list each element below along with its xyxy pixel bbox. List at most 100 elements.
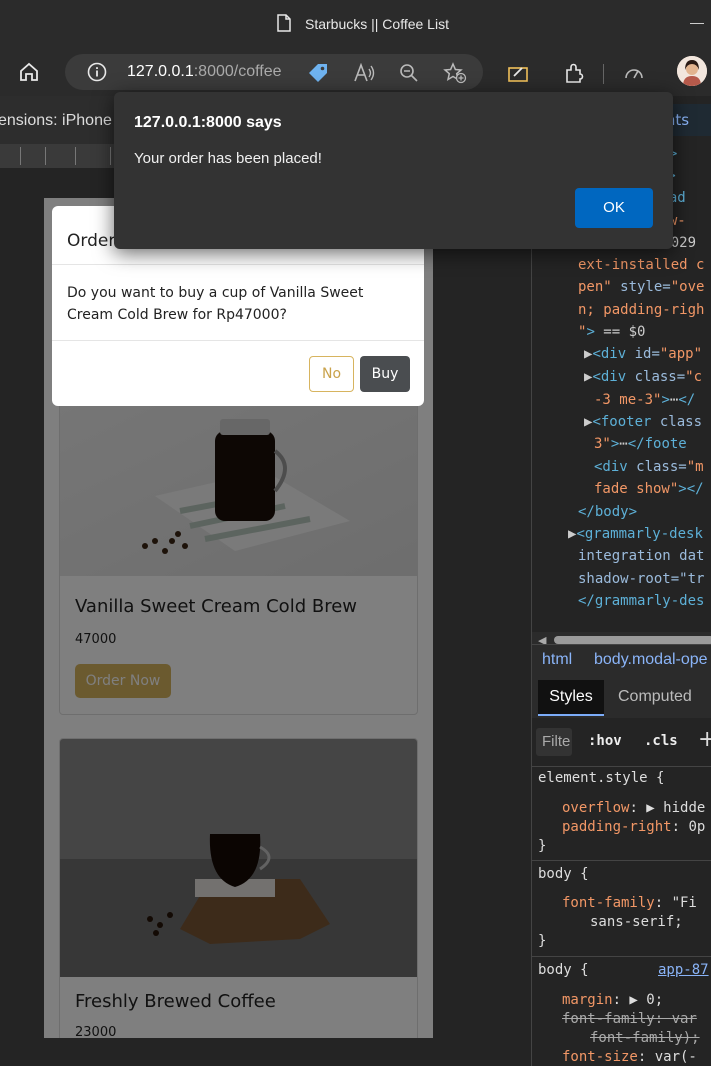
url-path: :8000/coffee: [193, 63, 282, 80]
info-icon[interactable]: [87, 62, 107, 82]
buy-button[interactable]: Buy: [360, 356, 410, 392]
dom-node[interactable]: shadow-root="tr: [578, 571, 704, 587]
dom-node[interactable]: -3 me-3">⋯</: [594, 392, 695, 408]
dom-token: "ove: [670, 279, 705, 295]
dom-token: </: [678, 392, 696, 408]
home-icon[interactable]: [18, 61, 40, 83]
dom-token: 3": [594, 436, 611, 452]
browser-titlebar: Starbucks || Coffee List: [0, 0, 711, 50]
modal-message: Do you want to buy a cup of Vanilla Swee…: [67, 285, 364, 323]
dom-token: n; padding-righ: [578, 302, 705, 318]
styles-filter-bar: Filte :hov .cls +: [532, 718, 711, 766]
css-property[interactable]: padding-right: 0p: [562, 819, 705, 835]
dom-node[interactable]: </grammarly-des: [578, 593, 704, 609]
dom-token: "m: [686, 459, 704, 475]
dom-token: ⋯: [619, 436, 628, 452]
dom-token: "c: [685, 369, 703, 385]
dom-node[interactable]: ▶<grammarly-desk: [568, 526, 703, 542]
modal-title: Order: [67, 231, 116, 251]
dom-node[interactable]: 3">⋯</foote: [594, 436, 687, 452]
css-property-name: overflow: [562, 800, 630, 816]
rule-close: }: [538, 838, 547, 854]
css-property-value: sans-serif;: [590, 914, 683, 930]
device-selector[interactable]: ensions: iPhone X: [0, 112, 127, 130]
add-rule-icon[interactable]: +: [698, 727, 711, 752]
breadcrumb: html body.modal-ope: [532, 644, 711, 677]
no-button[interactable]: No: [309, 356, 354, 392]
url-text[interactable]: 127.0.0.1:8000/coffee: [127, 63, 282, 81]
minimize-button[interactable]: [690, 23, 704, 24]
dom-token: pen": [578, 279, 612, 295]
toolbar-divider: [603, 64, 604, 84]
dom-token: </grammarly-des: [578, 593, 705, 609]
ok-button[interactable]: OK: [575, 188, 653, 228]
dom-token: shadow-root="tr: [578, 571, 705, 587]
profile-avatar[interactable]: [677, 56, 707, 86]
add-favorite-icon[interactable]: [443, 62, 467, 84]
address-bar[interactable]: 127.0.0.1:8000/coffee: [65, 54, 483, 90]
css-property-value: hidde: [663, 800, 706, 816]
hov-toggle[interactable]: :hov: [588, 733, 622, 749]
dom-token: class=: [626, 369, 686, 385]
dom-node[interactable]: n; padding-righ: [578, 302, 704, 318]
screenshot-capture-icon[interactable]: [507, 62, 529, 84]
dom-node[interactable]: "> == $0: [578, 324, 645, 340]
dom-node[interactable]: fade show"></: [594, 481, 704, 497]
dom-token: <div: [592, 369, 627, 385]
browser-toolbar: 127.0.0.1:8000/coffee: [0, 50, 711, 96]
breadcrumb-item-body[interactable]: body.modal-ope: [594, 651, 708, 669]
filter-input[interactable]: Filte: [536, 728, 572, 756]
url-host: 127.0.0.1: [127, 63, 194, 80]
css-property[interactable]: overflow: ▶ hidde: [562, 800, 705, 816]
filter-placeholder: Filte: [542, 733, 571, 750]
coupon-tag-icon[interactable]: [307, 62, 329, 84]
dom-node[interactable]: ext-installed c: [578, 257, 704, 273]
css-property-value: var(-: [654, 1049, 697, 1065]
styles-tabbar: Styles Computed: [532, 676, 711, 718]
dom-token: class: [651, 414, 703, 430]
dom-node[interactable]: ▶<div id="app": [584, 346, 702, 362]
dom-token: integration dat: [578, 548, 705, 564]
dom-node[interactable]: pen" style="ove: [578, 279, 704, 295]
extensions-icon[interactable]: [563, 62, 585, 84]
dom-token: ></: [678, 481, 704, 497]
breadcrumb-item-html[interactable]: html: [542, 651, 572, 669]
dom-node[interactable]: integration dat: [578, 548, 704, 564]
dom-node[interactable]: <div class="m: [594, 459, 704, 475]
dom-token: == $0: [594, 324, 646, 340]
stylesheet-source-link[interactable]: app-87: [658, 962, 709, 978]
css-property[interactable]: font-size: var(-: [562, 1049, 697, 1065]
rule-divider: [532, 860, 711, 861]
dom-token: ext-installed c: [578, 257, 705, 273]
dom-token: style=: [611, 279, 671, 295]
css-property-overridden[interactable]: font-family: var: [562, 1011, 697, 1027]
css-property-name: padding-right: [562, 819, 672, 835]
dom-node[interactable]: ▶<footer class: [584, 414, 702, 430]
css-property[interactable]: font-family: "Fi: [562, 895, 697, 911]
page-viewport: Vanilla Sweet Cream Cold Brew 47000 Orde…: [44, 198, 433, 1038]
cls-toggle[interactable]: .cls: [644, 733, 678, 749]
css-property[interactable]: margin: ▶ 0;: [562, 992, 663, 1008]
rule-divider: [532, 766, 711, 767]
dom-token: <footer: [592, 414, 652, 430]
modal-divider: [52, 340, 424, 341]
tab-computed[interactable]: Computed: [618, 680, 692, 714]
dom-token: class=: [627, 459, 687, 475]
performance-icon[interactable]: [623, 62, 645, 84]
tab-styles[interactable]: Styles: [538, 680, 604, 716]
css-property-value: "Fi: [671, 895, 697, 911]
alert-title: 127.0.0.1:8000 says: [134, 114, 282, 131]
zoom-out-icon[interactable]: [399, 63, 419, 83]
css-property-overridden: font-family);: [590, 1030, 700, 1046]
dom-token: id=: [626, 346, 660, 362]
css-property-value: 0p: [688, 819, 706, 835]
dom-node[interactable]: ▶<div class="c: [584, 369, 702, 385]
rule-selector: body {: [538, 866, 589, 882]
dom-token: >: [586, 324, 595, 340]
dom-token: fade show": [594, 481, 679, 497]
css-property-name: font-family: [562, 895, 655, 911]
dom-node[interactable]: </body>: [578, 504, 637, 520]
read-aloud-icon[interactable]: [353, 63, 375, 83]
dom-token: </body>: [578, 504, 638, 520]
scrollbar-thumb[interactable]: [554, 636, 711, 644]
